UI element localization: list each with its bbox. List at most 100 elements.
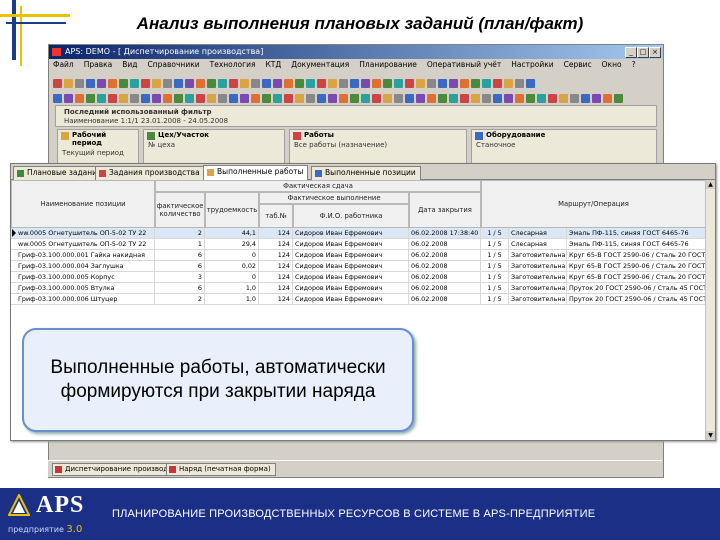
toolbar-button-icon[interactable] — [427, 94, 436, 103]
toolbar-button-icon[interactable] — [394, 79, 403, 88]
minimize-button[interactable]: _ — [625, 47, 637, 58]
tab-production-tasks[interactable]: Задания производства — [95, 166, 205, 180]
group-works[interactable]: Работы Все работы (назначение) — [289, 129, 467, 167]
toolbar-button-icon[interactable] — [174, 79, 183, 88]
toolbar-button-icon[interactable] — [130, 94, 139, 103]
toolbar-button-icon[interactable] — [240, 79, 249, 88]
table-row[interactable]: Гриф-03.100.000.004 Заглушка 6 0,02 124 Сидо… — [11, 261, 715, 272]
toolbar-button-icon[interactable] — [97, 79, 106, 88]
toolbar-button-icon[interactable] — [493, 94, 502, 103]
toolbar-button-icon[interactable] — [64, 94, 73, 103]
toolbar-button-icon[interactable] — [262, 94, 271, 103]
toolbar-button-icon[interactable] — [361, 94, 370, 103]
toolbar-button-icon[interactable] — [350, 94, 359, 103]
toolbar-button-icon[interactable] — [515, 79, 524, 88]
table-row[interactable]: Гриф-03.100.000.005 Втулка 6 1,0 124 Сидоров… — [11, 283, 715, 294]
toolbar-button-icon[interactable] — [108, 94, 117, 103]
toolbar-button-icon[interactable] — [251, 79, 260, 88]
toolbar-button-icon[interactable] — [97, 94, 106, 103]
toolbar-button-icon[interactable] — [240, 94, 249, 103]
toolbar-button-icon[interactable] — [449, 79, 458, 88]
table-row[interactable]: Гриф-03.100.000.006 Штуцер 2 1,0 124 Сидоров… — [11, 294, 715, 305]
filter-value[interactable]: Наименование 1:1/1 23.01.2008 - 24.05.20… — [64, 117, 228, 125]
menu-item[interactable]: КТД — [265, 60, 281, 69]
table-row[interactable]: ww.0005 Огнетушитель ОП-5-02 ТУ 22 1 29,4 1… — [11, 239, 715, 250]
toolbar-button-icon[interactable] — [75, 94, 84, 103]
menu-item[interactable]: ? — [632, 60, 636, 69]
toolbar-button-icon[interactable] — [570, 94, 579, 103]
toolbar-button-icon[interactable] — [229, 94, 238, 103]
table-row[interactable]: Гриф-03.100.000.001 Гайка накидная 6 0 124 С… — [11, 250, 715, 261]
toolbar-button-icon[interactable] — [559, 94, 568, 103]
menu-item[interactable]: Вид — [122, 60, 137, 69]
toolbar-button-icon[interactable] — [317, 94, 326, 103]
toolbar-button-icon[interactable] — [317, 79, 326, 88]
toolbar-button-icon[interactable] — [119, 79, 128, 88]
toolbar-button-icon[interactable] — [295, 94, 304, 103]
toolbar-button-icon[interactable] — [526, 94, 535, 103]
group-work-period[interactable]: Рабочий период Текущий период — [57, 129, 139, 167]
toolbar-button-icon[interactable] — [438, 79, 447, 88]
toolbar-button-icon[interactable] — [339, 79, 348, 88]
toolbar-button-icon[interactable] — [163, 94, 172, 103]
menu-item[interactable]: Документация — [291, 60, 349, 69]
toolbar-button-icon[interactable] — [504, 79, 513, 88]
toolbar-button-icon[interactable] — [284, 94, 293, 103]
toolbar-button-icon[interactable] — [196, 79, 205, 88]
tab-completed-positions[interactable]: Выполненные позиции — [311, 166, 421, 180]
toolbar-button-icon[interactable] — [592, 94, 601, 103]
menu-item[interactable]: Справочники — [148, 60, 200, 69]
toolbar-button-icon[interactable] — [405, 94, 414, 103]
taskbar-item-order[interactable]: Наряд (печатная форма) — [166, 463, 276, 476]
menu-item[interactable]: Оперативный учёт — [427, 60, 501, 69]
table-row[interactable]: ww.0005 Огнетушитель ОП-5-02 ТУ 22 2 44,1 1… — [11, 228, 715, 239]
toolbar-button-icon[interactable] — [449, 94, 458, 103]
toolbar-button-icon[interactable] — [141, 94, 150, 103]
toolbar-button-icon[interactable] — [328, 94, 337, 103]
toolbar-button-icon[interactable] — [460, 79, 469, 88]
toolbar-button-icon[interactable] — [196, 94, 205, 103]
toolbar-button-icon[interactable] — [207, 79, 216, 88]
toolbar-button-icon[interactable] — [185, 79, 194, 88]
toolbar-button-icon[interactable] — [218, 79, 227, 88]
toolbar-button-icon[interactable] — [493, 79, 502, 88]
toolbar-button-icon[interactable] — [350, 79, 359, 88]
header-close-date[interactable]: Дата закрытия — [409, 192, 481, 228]
menu-item[interactable]: Сервис — [564, 60, 592, 69]
toolbar-button-icon[interactable] — [383, 79, 392, 88]
menu-item[interactable]: Окно — [602, 60, 622, 69]
header-name[interactable]: Наименование позиции — [11, 180, 155, 228]
toolbar-button-icon[interactable] — [64, 79, 73, 88]
toolbar-button-icon[interactable] — [75, 79, 84, 88]
toolbar-button-icon[interactable] — [119, 94, 128, 103]
toolbar-button-icon[interactable] — [306, 94, 315, 103]
toolbar-button-icon[interactable] — [526, 79, 535, 88]
toolbar-button-icon[interactable] — [383, 94, 392, 103]
toolbar-button-icon[interactable] — [185, 94, 194, 103]
scroll-down-arrow[interactable]: ▼ — [706, 431, 715, 440]
toolbar-button-icon[interactable] — [262, 79, 271, 88]
toolbar-button-icon[interactable] — [53, 79, 62, 88]
toolbar-button-icon[interactable] — [163, 79, 172, 88]
menu-item[interactable]: Настройки — [511, 60, 553, 69]
toolbar-button-icon[interactable] — [405, 79, 414, 88]
toolbar-button-icon[interactable] — [284, 79, 293, 88]
toolbar-button-icon[interactable] — [372, 79, 381, 88]
toolbar-button-icon[interactable] — [152, 94, 161, 103]
toolbar-button-icon[interactable] — [218, 94, 227, 103]
toolbar-button-icon[interactable] — [53, 94, 62, 103]
header-fio[interactable]: Ф.И.О. работника — [293, 204, 409, 228]
toolbar-button-icon[interactable] — [339, 94, 348, 103]
toolbar-button-icon[interactable] — [207, 94, 216, 103]
toolbar-button-icon[interactable] — [416, 79, 425, 88]
toolbar-button-icon[interactable] — [482, 79, 491, 88]
toolbar-button-icon[interactable] — [394, 94, 403, 103]
tab-completed-works[interactable]: Выполненные работы — [203, 165, 309, 180]
toolbar-button-icon[interactable] — [306, 79, 315, 88]
toolbar-button-icon[interactable] — [174, 94, 183, 103]
scroll-up-arrow[interactable]: ▲ — [706, 180, 715, 189]
toolbar-button-icon[interactable] — [152, 79, 161, 88]
toolbar-button-icon[interactable] — [372, 94, 381, 103]
toolbar-button-icon[interactable] — [460, 94, 469, 103]
toolbar-button-icon[interactable] — [548, 94, 557, 103]
